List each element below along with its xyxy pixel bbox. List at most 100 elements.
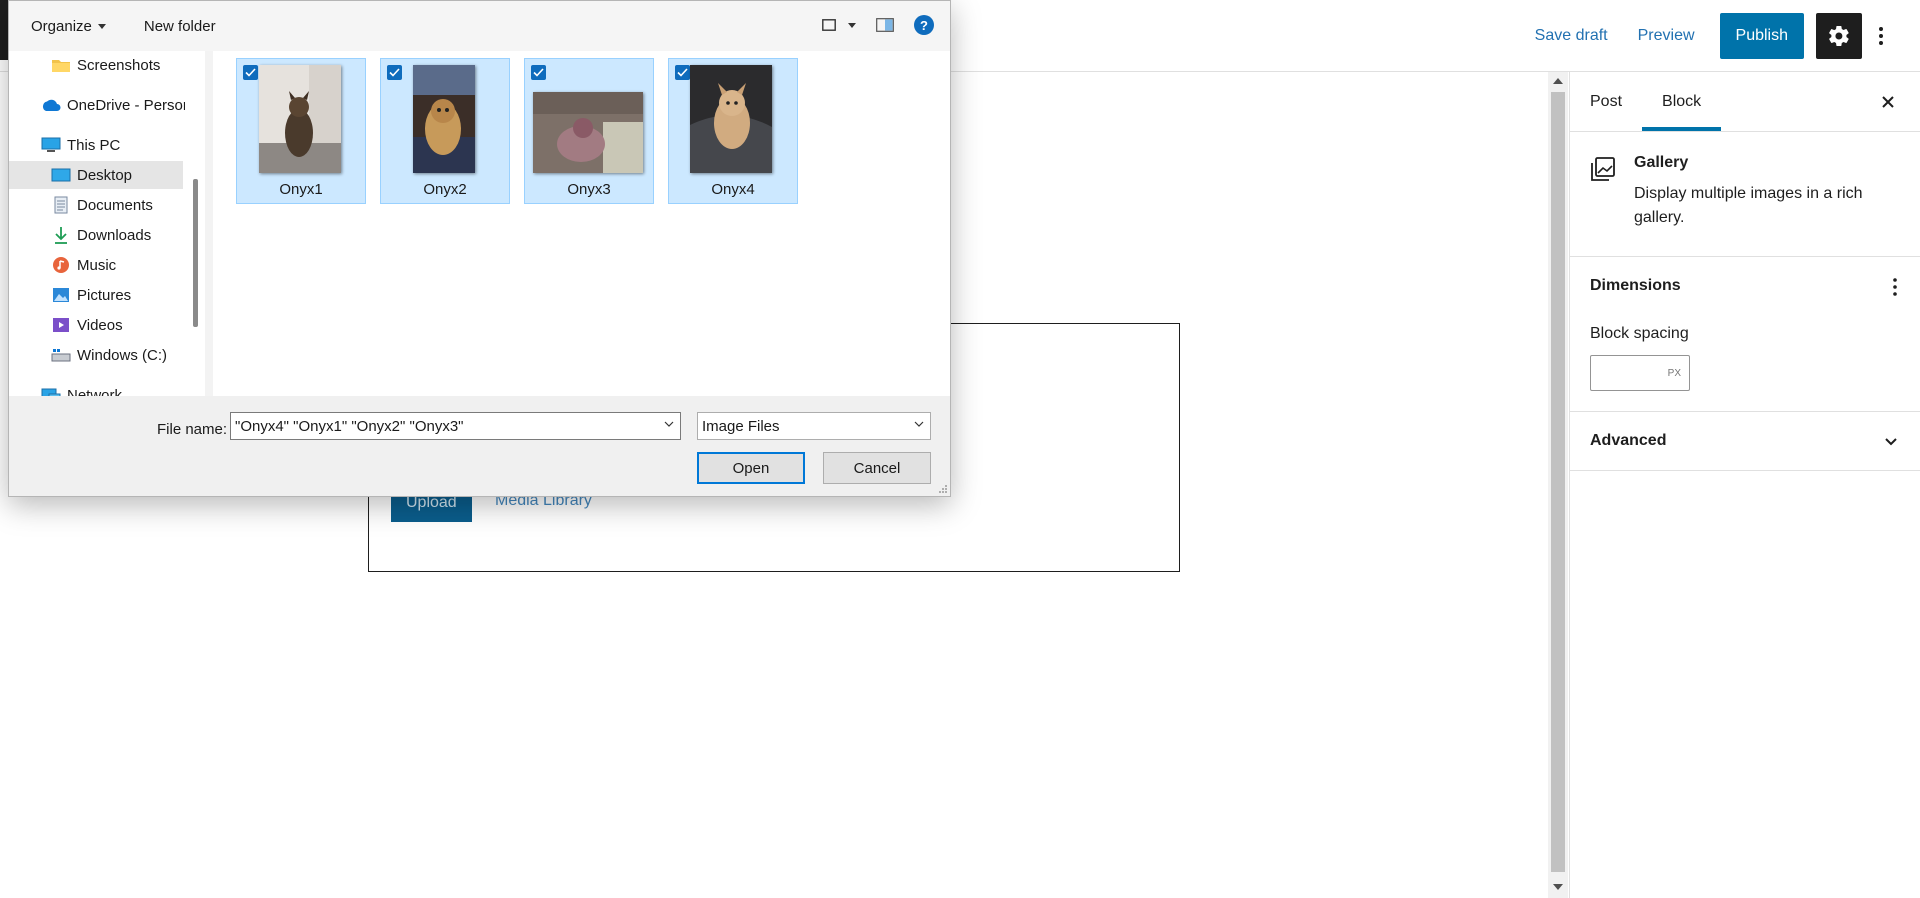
photo-thumbnail (533, 92, 643, 173)
nav-item-network[interactable]: Network (9, 381, 183, 396)
file-name: Onyx4 (711, 181, 755, 198)
nav-item-music[interactable]: Music (9, 251, 183, 279)
dialog-footer: File name: "Onyx4" "Onyx1" "Onyx2" "Onyx… (9, 396, 950, 496)
advanced-title[interactable]: Advanced (1590, 432, 1900, 450)
file-name-value: "Onyx4" "Onyx1" "Onyx2" "Onyx3" (235, 418, 464, 435)
file-name: Onyx1 (279, 181, 323, 198)
file-tile-onyx4[interactable]: Onyx4 (668, 58, 798, 204)
gallery-icon (1591, 157, 1615, 181)
file-tile-onyx1[interactable]: Onyx1 (236, 58, 366, 204)
checkbox-checked-icon[interactable] (531, 65, 546, 80)
photo-thumbnail (690, 65, 772, 173)
file-tile-onyx3[interactable]: Onyx3 (524, 58, 654, 204)
chevron-down-icon[interactable] (664, 421, 674, 427)
close-sidebar-button[interactable] (1874, 88, 1902, 116)
drive-icon (51, 346, 71, 364)
nav-item-label: Network (67, 386, 123, 397)
desktop-icon (51, 166, 71, 184)
change-view-button[interactable] (822, 19, 856, 31)
block-spacing-label: Block spacing (1590, 325, 1689, 342)
tab-block[interactable]: Block (1642, 72, 1722, 131)
photo-thumbnail (413, 65, 475, 173)
checkbox-checked-icon[interactable] (675, 65, 690, 80)
nav-item-videos[interactable]: Videos (9, 311, 183, 339)
file-type-select[interactable]: Image Files (697, 412, 931, 440)
checkbox-checked-icon[interactable] (243, 65, 258, 80)
caret-down-icon (97, 23, 106, 29)
dimensions-title: Dimensions (1590, 277, 1681, 294)
file-type-value: Image Files (702, 418, 780, 435)
nav-item-desktop[interactable]: Desktop (9, 161, 183, 189)
scrollbar-thumb[interactable] (193, 179, 198, 327)
file-tile-onyx2[interactable]: Onyx2 (380, 58, 510, 204)
nav-item-label: OneDrive - Personal (67, 96, 185, 114)
music-icon (51, 256, 71, 274)
videos-icon (51, 316, 71, 334)
onedrive-icon (41, 96, 61, 114)
scrollbar-thumb[interactable] (1551, 92, 1565, 872)
chevron-down-icon (1885, 438, 1897, 446)
editor-actions: Save draft Preview Publish (1520, 12, 1896, 60)
scroll-down-arrow-icon[interactable] (1553, 884, 1563, 890)
unit-label[interactable]: PX (1668, 368, 1681, 379)
block-spacing-input[interactable]: PX (1590, 355, 1690, 391)
editor-scrollbar[interactable] (1548, 72, 1568, 898)
checkbox-checked-icon[interactable] (387, 65, 402, 80)
scroll-up-arrow-icon[interactable] (1553, 78, 1563, 84)
download-icon (51, 226, 71, 244)
save-draft-button[interactable]: Save draft (1520, 16, 1623, 56)
new-folder-button[interactable]: New folder (144, 18, 216, 35)
nav-item-label: Screenshots (77, 56, 161, 74)
block-card: Gallery Display multiple images in a ric… (1570, 132, 1920, 257)
view-icon (822, 19, 836, 31)
advanced-toggle[interactable] (1884, 434, 1898, 450)
nav-item-label: Windows (C:) (77, 346, 168, 364)
file-list-pane: Onyx1 Onyx2 Onyx3 Onyx4 (213, 51, 950, 396)
nav-item-label: This PC (67, 136, 121, 154)
chevron-down-icon (914, 421, 924, 427)
file-name: Onyx3 (567, 181, 611, 198)
tab-post[interactable]: Post (1570, 72, 1642, 131)
cancel-button[interactable]: Cancel (823, 452, 931, 484)
documents-icon (51, 196, 71, 214)
dialog-body: Screenshots OneDrive - Personal This PC … (9, 51, 950, 396)
advanced-panel[interactable]: Advanced (1570, 412, 1920, 471)
block-title: Gallery (1634, 154, 1689, 171)
photo-thumbnail (259, 65, 341, 173)
navigation-scrollbar[interactable] (187, 51, 205, 396)
nav-item-downloads[interactable]: Downloads (9, 221, 183, 249)
preview-pane-icon[interactable] (876, 18, 894, 32)
help-icon[interactable]: ? (914, 15, 934, 35)
nav-item-pictures[interactable]: Pictures (9, 281, 183, 309)
pictures-icon (51, 286, 71, 304)
sidebar-tabs: Post Block (1570, 72, 1920, 132)
nav-item-onedrive[interactable]: OneDrive - Personal (9, 91, 185, 119)
network-icon (41, 386, 61, 396)
caret-down-icon (848, 22, 856, 28)
file-name-input[interactable]: "Onyx4" "Onyx1" "Onyx2" "Onyx3" (230, 412, 681, 440)
preview-button[interactable]: Preview (1623, 16, 1710, 56)
nav-item-this-pc[interactable]: This PC (9, 131, 183, 159)
open-button[interactable]: Open (697, 452, 805, 484)
nav-item-label: Pictures (77, 286, 132, 304)
nav-item-windows-c[interactable]: Windows (C:) (9, 341, 183, 369)
dimensions-panel: Dimensions Block spacing PX (1570, 257, 1920, 412)
options-button[interactable] (1866, 13, 1896, 59)
nav-item-label: Desktop (77, 166, 133, 184)
more-vertical-icon (1893, 278, 1897, 296)
dialog-toolbar: Organize New folder ? (9, 1, 950, 51)
nav-item-label: Videos (77, 316, 123, 334)
settings-button[interactable] (1816, 13, 1862, 59)
block-description: Display multiple images in a rich galler… (1634, 185, 1863, 226)
publish-button[interactable]: Publish (1719, 13, 1804, 59)
nav-item-screenshots[interactable]: Screenshots (9, 51, 183, 79)
toolbar-right: ? (822, 15, 934, 35)
settings-sidebar: Post Block Gallery Display multiple imag… (1569, 72, 1920, 898)
nav-item-documents[interactable]: Documents (9, 191, 183, 219)
organize-button[interactable]: Organize (31, 18, 106, 35)
pane-splitter[interactable] (205, 51, 213, 396)
dimensions-options-button[interactable] (1892, 277, 1898, 300)
file-name: Onyx2 (423, 181, 467, 198)
nav-item-label: Music (77, 256, 117, 274)
resize-grip-icon[interactable] (938, 484, 948, 494)
